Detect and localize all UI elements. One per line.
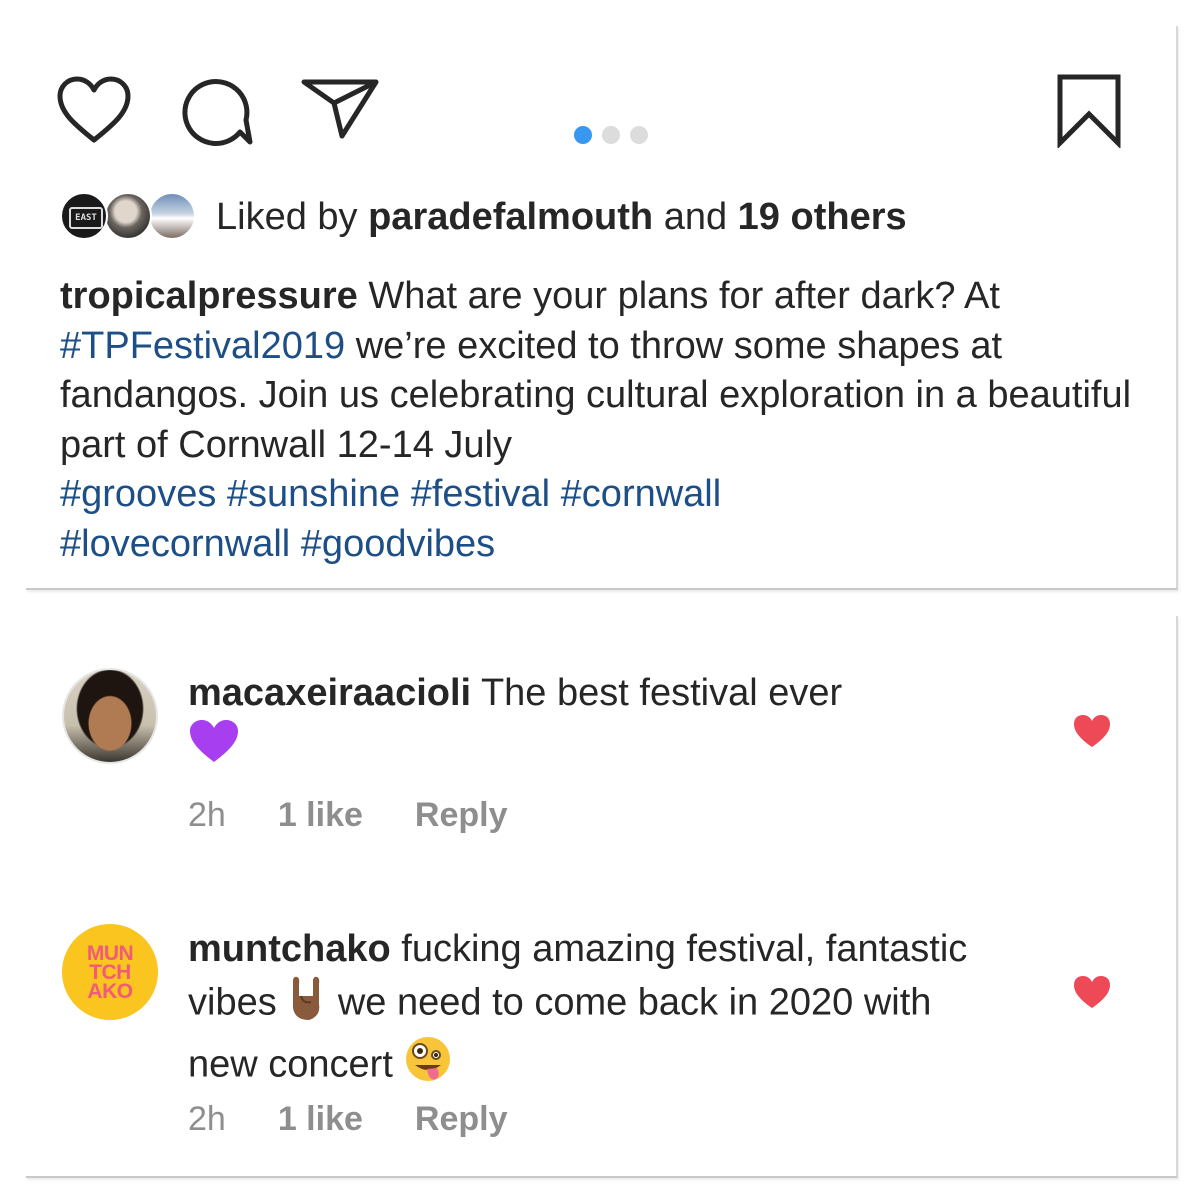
post-caption: tropicalpressure What are your plans for… [60,275,1132,565]
hashtag-link[interactable]: #goodvibes [301,523,495,565]
comment-text: muntchako fucking amazing festival, fant… [188,924,968,1098]
comment-text: macaxeiraacioli The best festival ever [188,668,968,777]
avatar[interactable] [62,668,158,764]
like-comment-heart-icon[interactable] [1072,974,1112,1015]
like-comment-heart-icon[interactable] [1072,713,1112,754]
avatar: EAST [60,192,108,240]
hashtag-link[interactable]: #TPFestival2019 [60,325,345,367]
carousel-dot [602,126,620,144]
hashtag-link[interactable]: #lovecornwall [60,523,290,565]
likes-row[interactable]: EAST Liked by paradefalmouth and 19 othe… [60,192,907,242]
avatar[interactable]: MUN TCH AKO [62,924,158,1020]
bookmark-icon[interactable] [1056,74,1122,148]
post-card: EAST Liked by paradefalmouth and 19 othe… [26,26,1178,590]
carousel-dot-active [574,126,592,144]
hashtag-link[interactable]: #sunshine [227,473,400,515]
comments-card: macaxeiraacioli The best festival ever 2… [26,616,1178,1178]
comment-meta: 2h 1 like Reply [188,796,560,835]
avatar-logo-text: MUN TCH AKO [86,941,134,1003]
hashtag-link[interactable]: #grooves [60,473,216,515]
liker-username[interactable]: paradefalmouth [368,196,653,238]
liker-avatars: EAST [60,192,200,242]
heart-icon[interactable] [56,76,132,144]
hashtag-link[interactable]: #festival [411,473,550,515]
purple-heart-icon [188,718,240,777]
comment-time: 2h [188,796,226,834]
avatar [148,192,196,240]
likes-text: Liked by paradefalmouth and 19 others [216,195,907,238]
caption-username[interactable]: tropicalpressure [60,275,358,317]
share-icon[interactable] [300,76,380,140]
carousel-indicator [574,126,648,144]
carousel-dot [630,126,648,144]
likes-count[interactable]: 19 others [738,196,907,238]
comment-username[interactable]: macaxeiraacioli [188,672,471,714]
comment-username[interactable]: muntchako [188,928,391,970]
comment-likes[interactable]: 1 like [278,1100,363,1139]
comment-meta: 2h 1 like Reply [188,1100,560,1139]
comment-icon[interactable] [180,74,254,148]
zany-face-icon [403,1035,453,1098]
comment-likes[interactable]: 1 like [278,796,363,835]
comment-time: 2h [188,1100,226,1138]
horns-hand-icon [287,974,327,1035]
hashtag-link[interactable]: #cornwall [561,473,722,515]
reply-button[interactable]: Reply [415,1100,508,1139]
reply-button[interactable]: Reply [415,796,508,835]
avatar [104,192,152,240]
